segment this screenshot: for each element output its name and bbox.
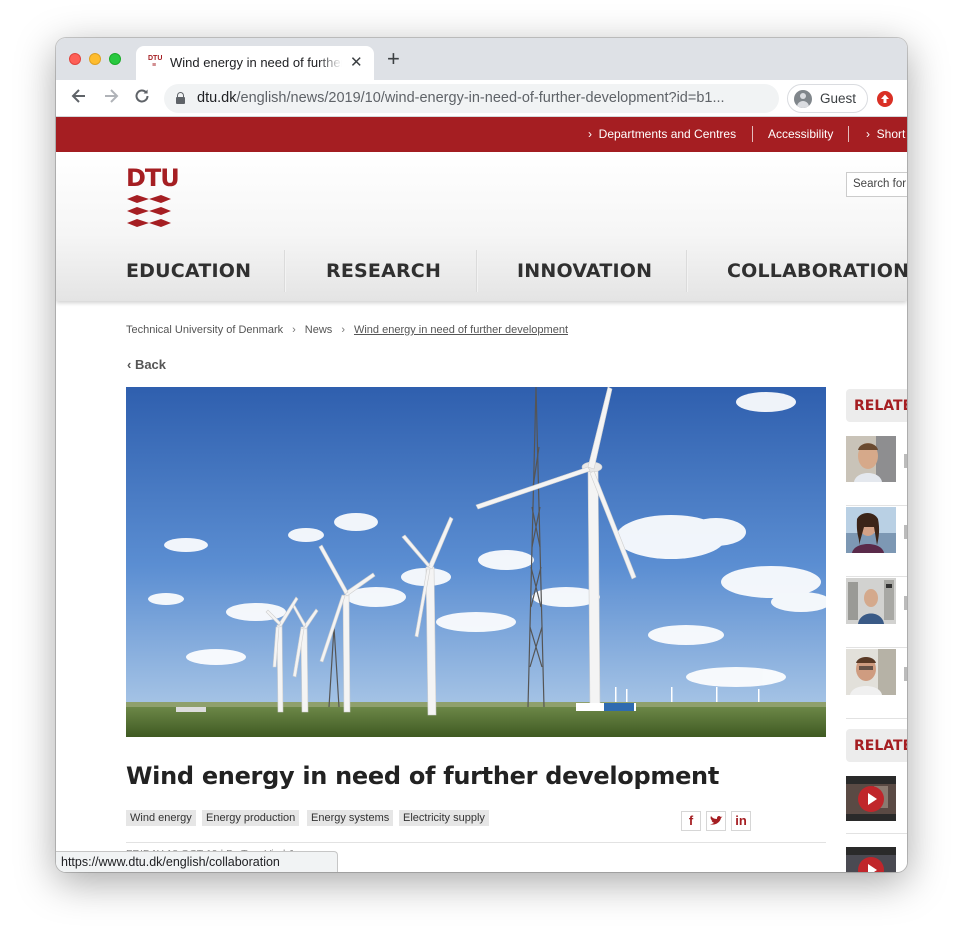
nav-separator (284, 250, 286, 292)
profile-label: Guest (820, 91, 857, 106)
article-title: Wind energy in need of further developme… (126, 762, 720, 790)
tag-chip[interactable]: Energy systems (307, 810, 394, 826)
related-item[interactable] (846, 436, 907, 506)
breadcrumb: Technical University of Denmark › News › Win… (126, 324, 569, 336)
browser-toolbar: dtu.dk/english/news/2019/10/wind-energy-… (56, 80, 907, 117)
related-thumbnail (846, 649, 896, 695)
tag-chip[interactable]: Energy production (202, 810, 300, 826)
browser-window: DTU≡ Wind energy in need of further deve… (56, 38, 907, 872)
related-thumbnail (846, 507, 896, 553)
video-thumbnail (846, 776, 896, 821)
new-tab-button[interactable]: + (387, 48, 400, 70)
facebook-share-icon[interactable]: f (681, 811, 701, 831)
utility-separator (848, 126, 849, 142)
nav-education[interactable]: EDUCATION (126, 260, 251, 282)
page-viewport: › Departments and Centres Accessibility … (56, 117, 907, 872)
dtu-favicon-icon: DTU ≡ (148, 55, 163, 69)
breadcrumb-news[interactable]: News (305, 324, 333, 336)
dtu-emblem-icon (127, 195, 171, 227)
forward-arrow-icon[interactable] (102, 87, 120, 109)
update-icon[interactable] (877, 91, 893, 107)
tag-chip[interactable]: Electricity supply (399, 810, 489, 826)
tag-chip[interactable]: Wind energy (126, 810, 196, 826)
twitter-share-icon[interactable] (706, 811, 726, 831)
nav-separator (686, 250, 688, 292)
nav-collaboration[interactable]: COLLABORATION (727, 260, 907, 282)
related-thumbnail (846, 578, 896, 624)
related-heading: RELATED (846, 729, 907, 762)
related-thumbnail (846, 436, 896, 482)
url-text[interactable]: dtu.dk/english/news/2019/10/wind-energy-… (197, 90, 725, 106)
close-tab-icon[interactable]: ✕ (350, 53, 363, 71)
top-utility-bar: › Departments and Centres Accessibility … (56, 117, 907, 152)
back-arrow-icon[interactable] (70, 87, 88, 109)
related-video[interactable] (846, 776, 907, 834)
avatar-icon (794, 90, 812, 108)
main-navigation: EDUCATION RESEARCH INNOVATION COLLABORAT… (56, 250, 907, 292)
site-header: DTU Search for EDUCATION RESEARCH INNOVA… (56, 152, 907, 301)
active-tab[interactable]: DTU≡ Wind energy in need of further deve… (136, 46, 374, 80)
shortcuts-link[interactable]: › Short (866, 127, 905, 141)
tab-strip: DTU≡ Wind energy in need of further deve… (56, 38, 907, 80)
back-link[interactable]: ‹ Back (127, 357, 166, 372)
play-icon[interactable] (858, 786, 884, 812)
site-search-input[interactable]: Search for (846, 172, 907, 197)
dtu-logo[interactable]: DTU (126, 164, 180, 231)
nav-innovation[interactable]: INNOVATION (517, 260, 652, 282)
hero-image (126, 387, 826, 737)
related-heading: RELATED (846, 389, 907, 422)
related-item[interactable] (846, 578, 907, 648)
reload-icon[interactable] (133, 87, 151, 109)
tab-title: Wind energy in need of further developme… (170, 55, 342, 70)
address-bar[interactable]: dtu.dk/english/news/2019/10/wind-energy-… (164, 84, 779, 113)
breadcrumb-current[interactable]: Wind energy in need of further developme… (354, 324, 568, 336)
nav-separator (476, 250, 478, 292)
close-window-button[interactable] (69, 53, 81, 65)
logo-wordmark: DTU (126, 164, 180, 192)
meta-divider (126, 842, 826, 843)
nav-research[interactable]: RESEARCH (326, 260, 441, 282)
linkedin-share-icon[interactable]: in (731, 811, 751, 831)
lock-icon (176, 92, 185, 104)
profile-button[interactable]: Guest (787, 84, 868, 113)
breadcrumb-home[interactable]: Technical University of Denmark (126, 324, 283, 336)
utility-separator (752, 126, 753, 142)
status-bar-url: https://www.dtu.dk/english/collaboration (56, 851, 338, 872)
related-item[interactable] (846, 507, 907, 577)
video-thumbnail (846, 847, 896, 872)
related-item[interactable] (846, 649, 907, 719)
departments-link[interactable]: › Departments and Centres (588, 127, 736, 141)
zoom-window-button[interactable] (109, 53, 121, 65)
minimize-window-button[interactable] (89, 53, 101, 65)
accessibility-link[interactable]: Accessibility (768, 127, 833, 141)
related-video[interactable] (846, 847, 907, 872)
